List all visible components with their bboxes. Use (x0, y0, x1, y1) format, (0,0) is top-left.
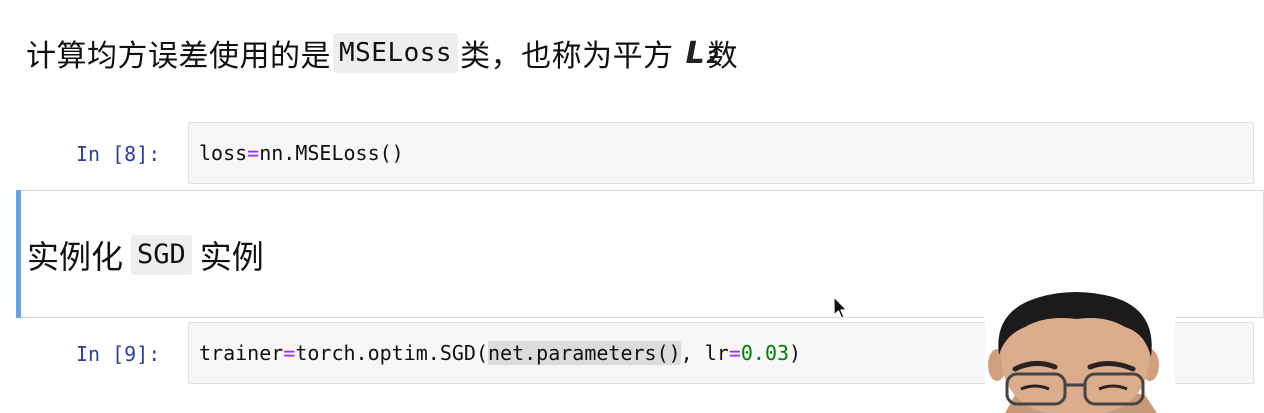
inline-code-sgd: SGD (131, 235, 192, 275)
code-highlight: net.parameters() (488, 341, 681, 365)
markdown-text-part: 计算均方误差使用的是 (26, 39, 331, 74)
code-token: loss (199, 141, 248, 165)
code-token: ) (789, 341, 802, 365)
code-token: nn.MSELoss() (259, 141, 404, 165)
selection-indicator (16, 190, 21, 318)
markdown-text-part: 实例化 (27, 238, 124, 276)
mouse-pointer-icon (833, 296, 848, 319)
text-cursor-icon: L₂ (685, 35, 719, 71)
input-prompt: In [8]: (76, 142, 161, 166)
input-prompt: In [9]: (76, 342, 161, 366)
code-input-area[interactable]: loss = nn.MSELoss() (188, 122, 1254, 184)
code-token: , lr (680, 341, 729, 365)
markdown-text-part: 实例 (199, 238, 264, 276)
markdown-text-part: 数 (707, 39, 739, 74)
code-number: 0.03 (740, 341, 790, 365)
code-token: trainer (199, 341, 284, 365)
code-cell-8[interactable]: In [8]: loss = nn.MSELoss() (0, 122, 1264, 186)
code-operator: = (728, 341, 741, 365)
presenter-webcam (985, 285, 1175, 413)
markdown-text-sgd: 实例化 SGD 实例 (27, 229, 264, 281)
code-token: torch.optim.SGD( (295, 341, 488, 365)
code-operator: = (247, 141, 260, 165)
inline-code-mseloss: MSELoss (333, 33, 459, 73)
markdown-text-part: 类，也称为平方 (460, 39, 674, 74)
markdown-text-mseloss: 计算均方误差使用的是 MSELoss 类，也称为平方 L₂ 数 (26, 30, 738, 76)
code-operator: = (283, 341, 296, 365)
